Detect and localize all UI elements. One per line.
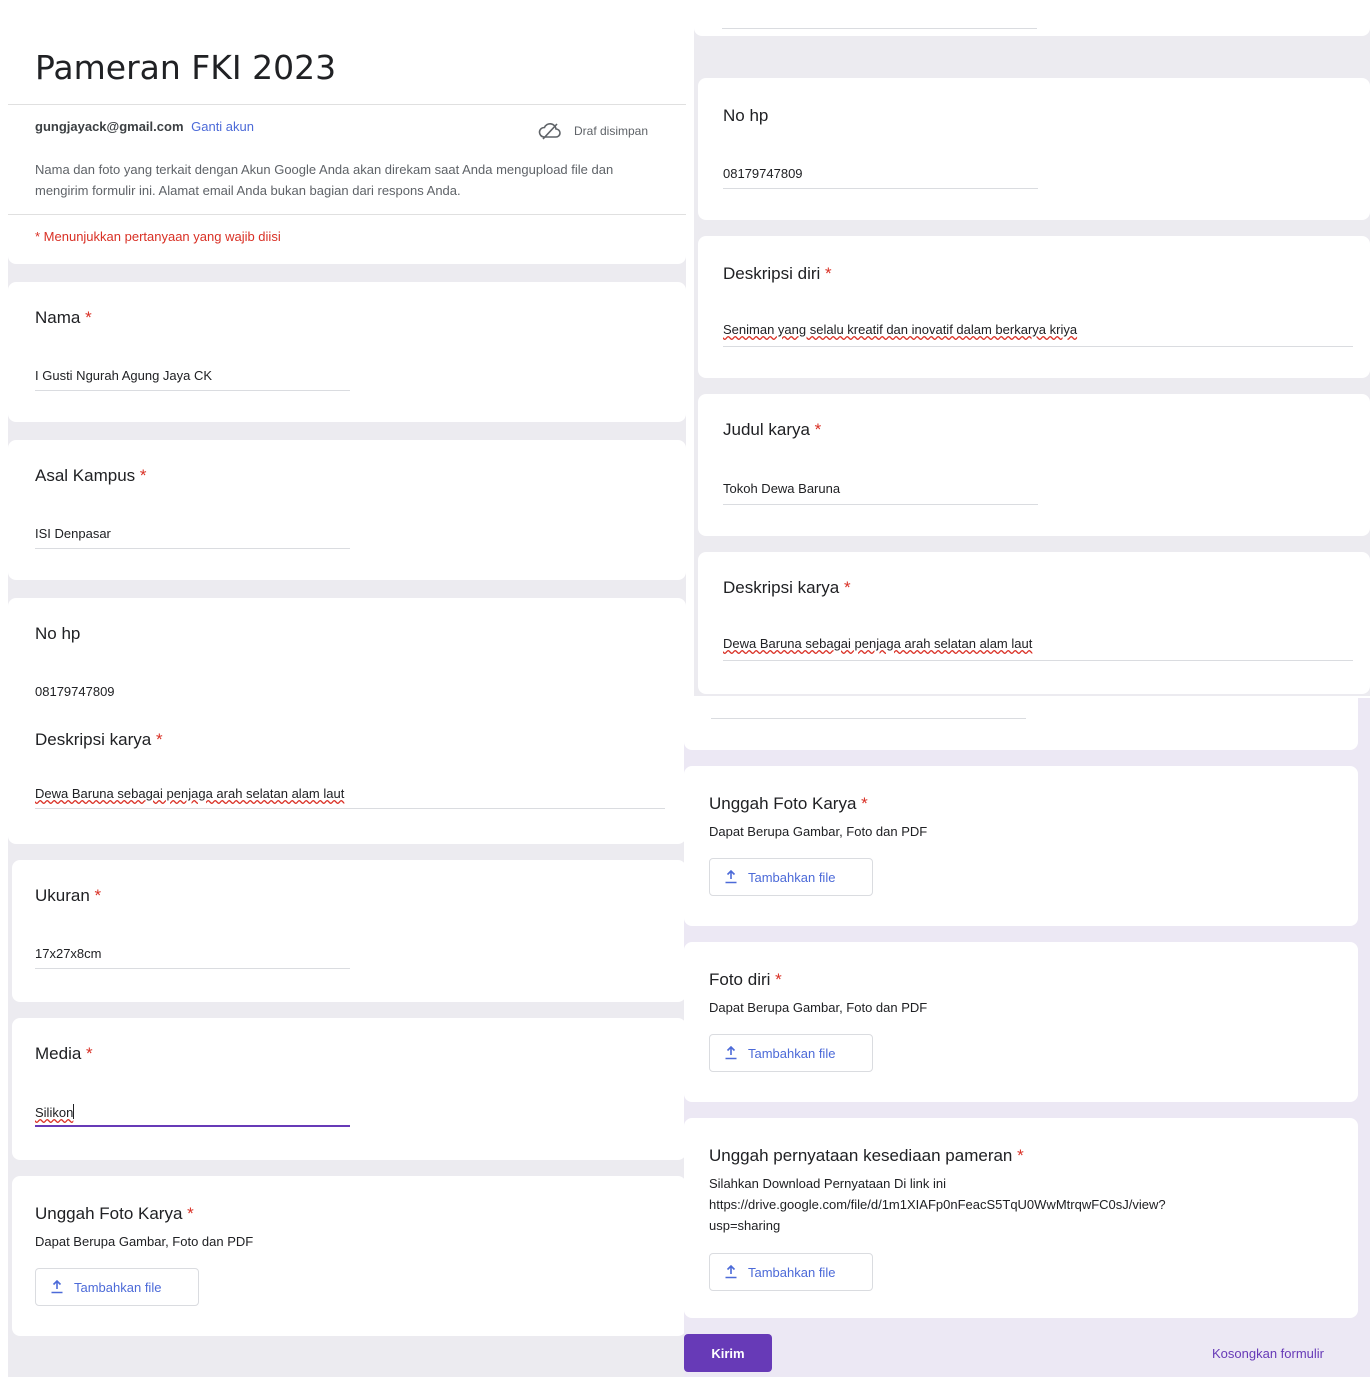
- input-underline: [723, 660, 1353, 661]
- question-title: Unggah pernyataan kesediaan pameran *: [709, 1146, 1024, 1165]
- question-title: No hp: [723, 106, 769, 125]
- question-card-partial: [694, 4, 1370, 36]
- divider: [8, 214, 686, 215]
- account-email-text: gungjayack@gmail.com: [35, 119, 184, 134]
- account-email: gungjayack@gmail.com Ganti akun: [35, 119, 254, 134]
- clear-form-link[interactable]: Kosongkan formulir: [1212, 1346, 1324, 1361]
- question-title: Ukuran *: [35, 886, 102, 905]
- question-card-media: Media * Silikon: [12, 1018, 686, 1160]
- deskripsi-karya-input[interactable]: Dewa Baruna sebagai penjaga arah selatan…: [723, 636, 1032, 651]
- add-file-button[interactable]: Tambahkan file: [35, 1268, 199, 1306]
- form-header-card: Pameran FKI 2023 gungjayack@gmail.com Ga…: [8, 34, 686, 264]
- add-file-label: Tambahkan file: [748, 869, 836, 885]
- upload-icon: [725, 1046, 737, 1060]
- question-helper: Silahkan Download Pernyataan Di link ini: [709, 1176, 947, 1191]
- required-note: * Menunjukkan pertanyaan yang wajib diis…: [35, 229, 281, 244]
- privacy-notice: Nama dan foto yang terkait dengan Akun G…: [35, 162, 614, 198]
- input-underline: [723, 188, 1038, 189]
- add-file-label: Tambahkan file: [748, 1264, 836, 1280]
- no-hp-input[interactable]: 08179747809: [35, 684, 115, 696]
- question-card-deskripsi-karya: Deskripsi karya * Dewa Baruna sebagai pe…: [698, 552, 1370, 694]
- question-helper: Dapat Berupa Gambar, Foto dan PDF: [35, 1234, 254, 1249]
- nama-input[interactable]: I Gusti Ngurah Agung Jaya CK: [35, 368, 212, 383]
- no-hp-input[interactable]: 08179747809: [723, 166, 803, 181]
- question-card-nama: Nama * I Gusti Ngurah Agung Jaya CK: [8, 282, 686, 422]
- add-file-button[interactable]: Tambahkan file: [709, 858, 873, 896]
- question-card-asal-kampus: Asal Kampus * ISI Denpasar: [8, 440, 686, 580]
- question-card-no-hp: No hp 08179747809: [698, 78, 1370, 220]
- question-card-foto-diri: Foto diri * Dapat Berupa Gambar, Foto da…: [684, 942, 1358, 1102]
- question-title: Judul karya *: [723, 420, 822, 439]
- add-file-button[interactable]: Tambahkan file: [709, 1034, 873, 1072]
- form-title: Pameran FKI 2023: [35, 48, 337, 87]
- upload-icon: [725, 1265, 737, 1279]
- screenshot-panel-top-left: Pameran FKI 2023 gungjayack@gmail.com Ga…: [8, 34, 686, 696]
- input-underline-focused: [35, 1125, 350, 1127]
- question-helper: Dapat Berupa Gambar, Foto dan PDF: [709, 824, 928, 839]
- input-underline: [35, 390, 350, 391]
- question-card-deskripsi-diri: Deskripsi diri * Seniman yang selalu kre…: [698, 236, 1370, 378]
- add-file-label: Tambahkan file: [74, 1279, 162, 1295]
- asal-kampus-input[interactable]: ISI Denpasar: [35, 526, 111, 541]
- deskripsi-karya-input[interactable]: Dewa Baruna sebagai penjaga arah selatan…: [35, 786, 344, 801]
- download-link-cont[interactable]: usp=sharing: [709, 1218, 780, 1233]
- deskripsi-diri-input[interactable]: Seniman yang selalu kreatif dan inovatif…: [723, 322, 1077, 337]
- input-underline: [35, 808, 665, 809]
- switch-account-link[interactable]: Ganti akun: [191, 119, 254, 134]
- question-title: Unggah Foto Karya *: [35, 1204, 194, 1223]
- upload-icon: [51, 1280, 63, 1294]
- question-title: Asal Kampus *: [35, 466, 147, 485]
- question-card-unggah-foto-karya: Unggah Foto Karya * Dapat Berupa Gambar,…: [684, 766, 1358, 926]
- input-underline: [723, 346, 1353, 347]
- add-file-label: Tambahkan file: [748, 1045, 836, 1061]
- ukuran-input[interactable]: 17x27x8cm: [35, 946, 101, 961]
- divider: [8, 104, 686, 105]
- question-card-partial: [684, 698, 1358, 750]
- question-card-unggah-foto-karya: Unggah Foto Karya * Dapat Berupa Gambar,…: [12, 1176, 686, 1336]
- draft-status-text: Draf disimpan: [574, 124, 649, 138]
- screenshot-panel-bottom-left: Deskripsi karya * Dewa Baruna sebagai pe…: [8, 698, 686, 1377]
- input-underline: [711, 718, 1026, 719]
- download-link[interactable]: https://drive.google.com/file/d/1m1XIAFp…: [709, 1197, 1166, 1212]
- screenshot-panel-top-right: No hp 08179747809 Deskripsi diri * Senim…: [694, 4, 1370, 696]
- input-underline: [35, 548, 350, 549]
- question-card-ukuran: Ukuran * 17x27x8cm: [12, 860, 686, 1002]
- question-title: Nama *: [35, 308, 92, 327]
- cloud-saved-icon: [538, 123, 561, 140]
- question-helper: Dapat Berupa Gambar, Foto dan PDF: [709, 1000, 928, 1015]
- question-card-deskripsi-karya: Deskripsi karya * Dewa Baruna sebagai pe…: [8, 698, 686, 844]
- question-card-judul-karya: Judul karya * Tokoh Dewa Baruna: [698, 394, 1370, 536]
- input-underline: [722, 28, 1037, 29]
- submit-button[interactable]: Kirim: [684, 1334, 772, 1372]
- question-card-no-hp: No hp 08179747809: [8, 598, 686, 696]
- question-card-pernyataan: Unggah pernyataan kesediaan pameran * Si…: [684, 1118, 1358, 1318]
- question-title: No hp: [35, 624, 81, 643]
- add-file-button[interactable]: Tambahkan file: [709, 1253, 873, 1291]
- question-title: Foto diri *: [709, 970, 782, 989]
- screenshot-panel-bottom-right: Unggah Foto Karya * Dapat Berupa Gambar,…: [684, 698, 1370, 1377]
- question-title: Deskripsi karya *: [723, 578, 851, 597]
- input-underline: [35, 968, 350, 969]
- upload-icon: [725, 870, 737, 884]
- question-title: Deskripsi diri *: [723, 264, 832, 283]
- question-title: Unggah Foto Karya *: [709, 794, 868, 813]
- media-input[interactable]: Silikon: [35, 1104, 75, 1120]
- draft-status: Draf disimpan: [538, 121, 648, 141]
- input-underline: [723, 504, 1038, 505]
- judul-karya-input[interactable]: Tokoh Dewa Baruna: [723, 481, 840, 496]
- question-title: Media *: [35, 1044, 93, 1063]
- question-title: Deskripsi karya *: [35, 730, 163, 749]
